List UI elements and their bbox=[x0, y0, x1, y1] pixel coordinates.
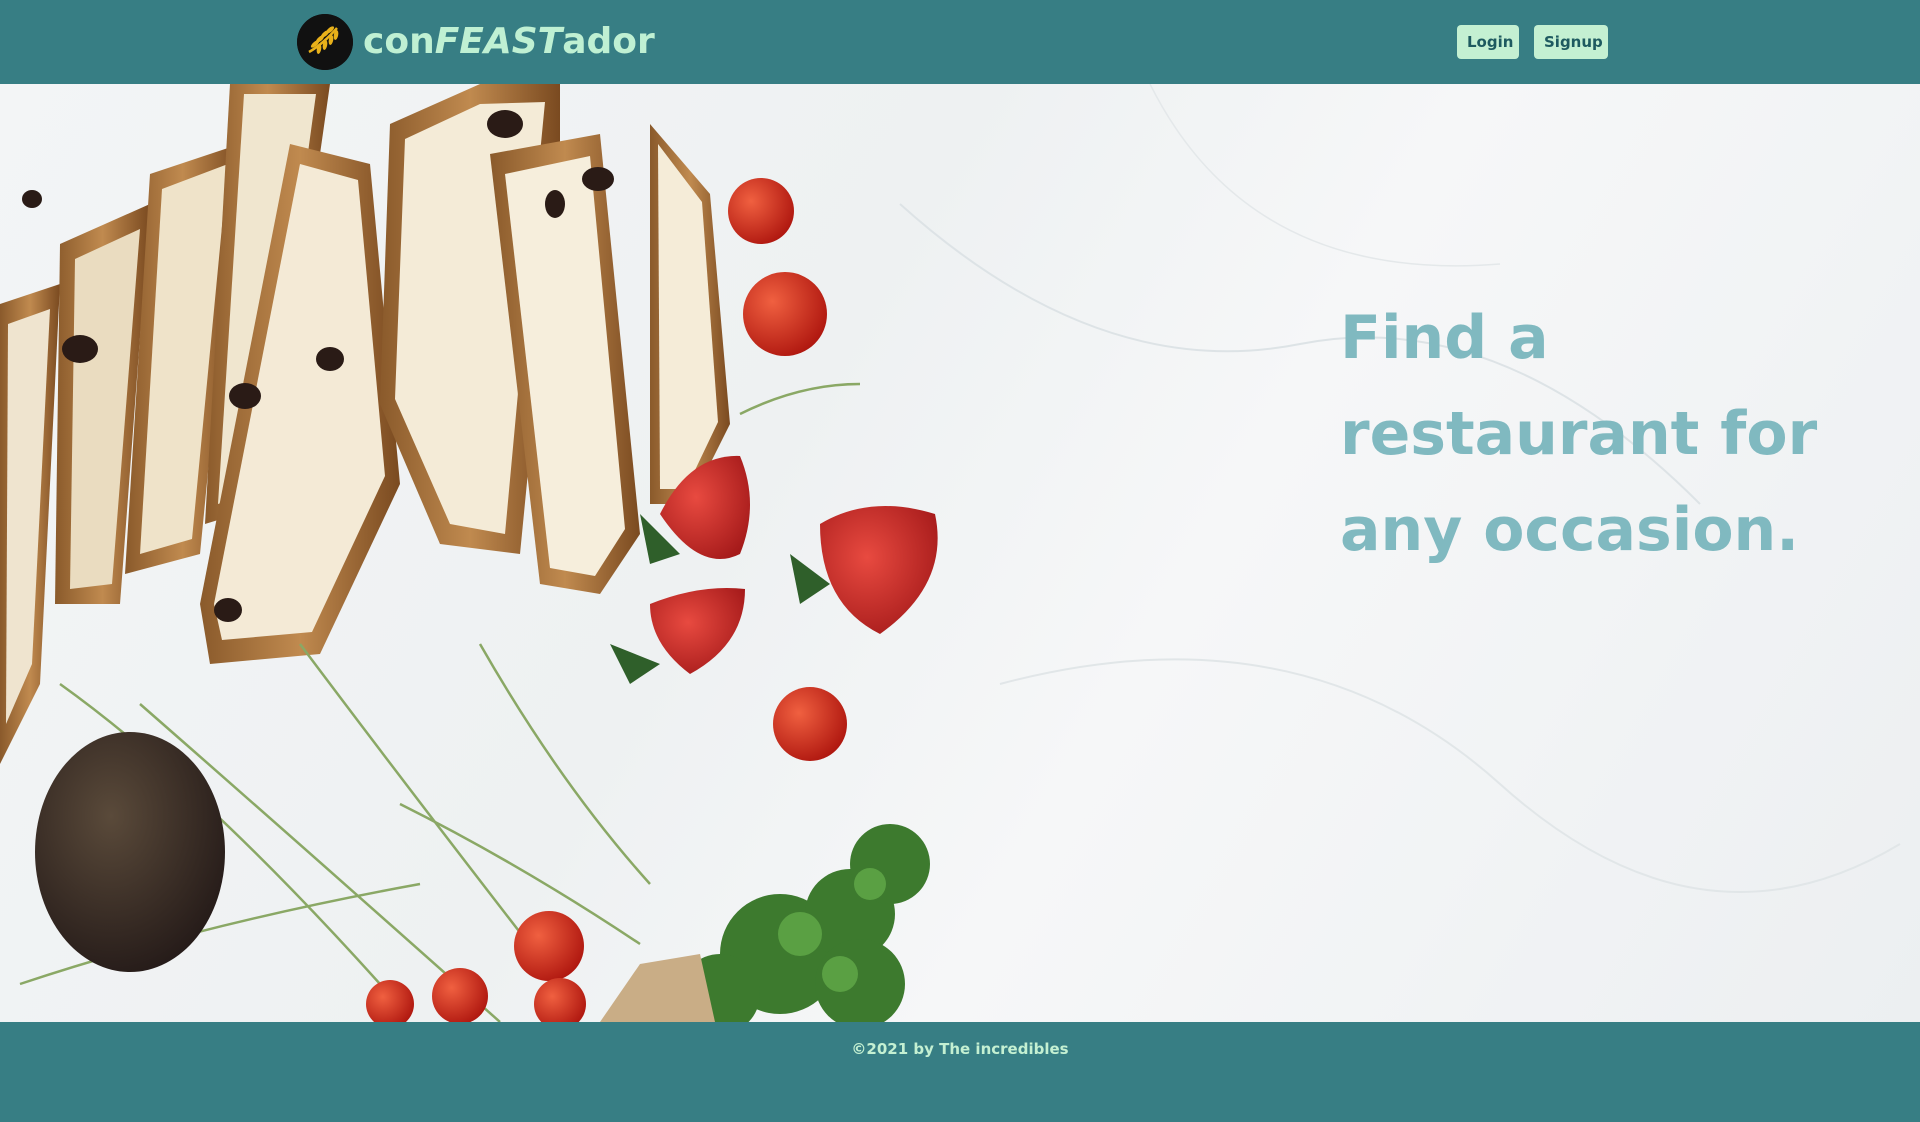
paper-bag bbox=[600, 954, 715, 1022]
strawberry bbox=[650, 588, 745, 674]
strawberry bbox=[820, 506, 938, 634]
cherry-tomato bbox=[534, 978, 586, 1022]
landing-page: conFEASTador Login Signup Find a restaur… bbox=[0, 0, 1920, 1122]
brand-middle: FEAST bbox=[434, 21, 563, 62]
brand-prefix: con bbox=[363, 21, 435, 62]
signup-button[interactable]: Signup bbox=[1534, 25, 1608, 59]
cherry-tomato bbox=[514, 911, 584, 981]
avocado bbox=[35, 732, 225, 972]
hero-headline: Find a restaurant for any occasion. bbox=[1340, 303, 1818, 565]
hero-section: Find a restaurant for any occasion. bbox=[0, 84, 1920, 1022]
footer: ©2021 by The incredibles bbox=[0, 1022, 1920, 1122]
brand-name[interactable]: conFEASTador bbox=[363, 20, 655, 64]
brand-suffix: ador bbox=[562, 21, 655, 62]
cherry-tomato bbox=[432, 968, 488, 1022]
cherry-tomato bbox=[773, 687, 847, 761]
copyright-text: ©2021 by The incredibles bbox=[851, 1040, 1069, 1058]
login-button[interactable]: Login bbox=[1457, 25, 1519, 59]
top-navbar: conFEASTador Login Signup bbox=[0, 0, 1920, 84]
cherry-tomato bbox=[743, 272, 827, 356]
cherry-tomato bbox=[366, 980, 414, 1022]
wheat-icon[interactable] bbox=[297, 14, 353, 70]
cherry-tomato bbox=[728, 178, 794, 244]
